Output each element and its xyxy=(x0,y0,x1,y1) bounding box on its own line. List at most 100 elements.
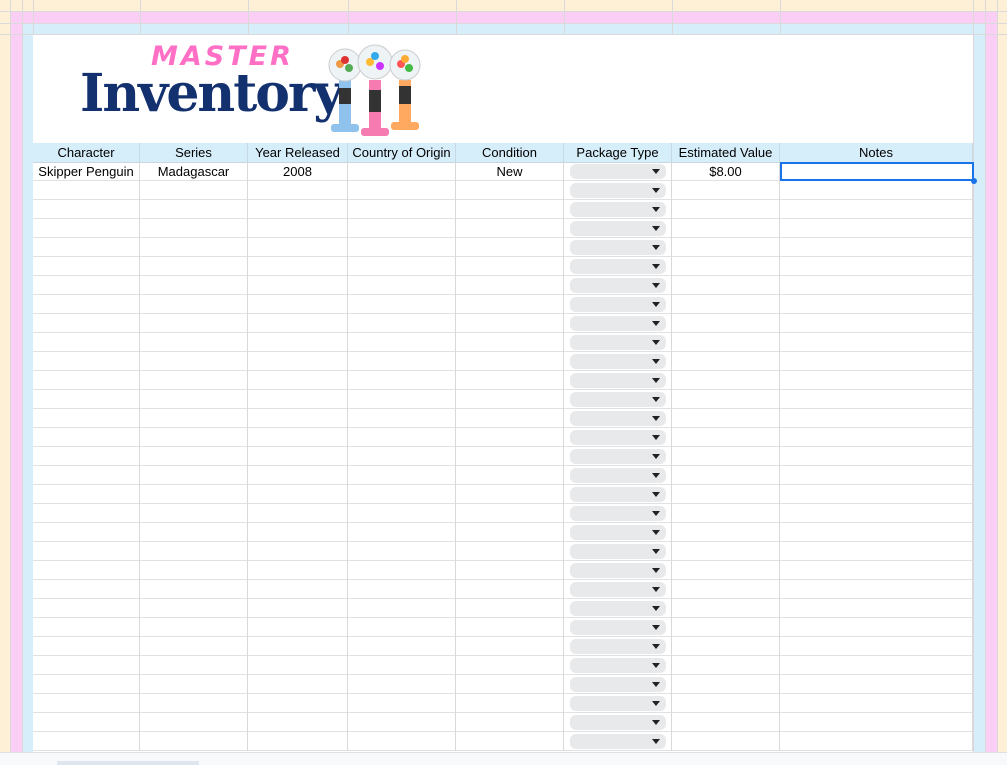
cell-condition[interactable] xyxy=(456,580,564,599)
cell-character[interactable] xyxy=(33,238,140,257)
cell-year[interactable] xyxy=(248,447,348,466)
cell-year[interactable] xyxy=(248,694,348,713)
package-type-dropdown[interactable] xyxy=(570,430,666,445)
cell-country[interactable] xyxy=(348,352,456,371)
cell-country[interactable] xyxy=(348,238,456,257)
cell-year[interactable] xyxy=(248,713,348,732)
cell-package[interactable] xyxy=(564,200,672,219)
cell-year[interactable] xyxy=(248,466,348,485)
cell-condition[interactable]: New xyxy=(456,162,564,181)
cell-series[interactable] xyxy=(140,314,248,333)
cell-series[interactable] xyxy=(140,561,248,580)
cell-condition[interactable] xyxy=(456,466,564,485)
cell-notes[interactable] xyxy=(780,561,973,580)
cell-country[interactable] xyxy=(348,314,456,333)
package-type-dropdown[interactable] xyxy=(570,354,666,369)
cell-notes[interactable] xyxy=(780,542,973,561)
package-type-dropdown[interactable] xyxy=(570,335,666,350)
cell-country[interactable] xyxy=(348,542,456,561)
cell-package[interactable] xyxy=(564,390,672,409)
cell-notes[interactable] xyxy=(780,713,973,732)
cell-character[interactable] xyxy=(33,333,140,352)
cell-series[interactable] xyxy=(140,409,248,428)
cell-country[interactable] xyxy=(348,656,456,675)
package-type-dropdown[interactable] xyxy=(570,373,666,388)
cell-year[interactable] xyxy=(248,181,348,200)
cell-year[interactable] xyxy=(248,675,348,694)
cell-country[interactable] xyxy=(348,485,456,504)
cell-condition[interactable] xyxy=(456,371,564,390)
cell-country[interactable] xyxy=(348,732,456,751)
cell-year[interactable] xyxy=(248,542,348,561)
cell-character[interactable] xyxy=(33,504,140,523)
cell-value[interactable] xyxy=(672,599,780,618)
cell-series[interactable] xyxy=(140,466,248,485)
cell-year[interactable] xyxy=(248,371,348,390)
cell-package[interactable] xyxy=(564,637,672,656)
cell-country[interactable] xyxy=(348,333,456,352)
cell-year[interactable] xyxy=(248,504,348,523)
cell-series[interactable] xyxy=(140,485,248,504)
cell-package[interactable] xyxy=(564,599,672,618)
cell-notes[interactable] xyxy=(780,504,973,523)
cell-value[interactable] xyxy=(672,276,780,295)
cell-character[interactable] xyxy=(33,390,140,409)
cell-notes[interactable] xyxy=(780,371,973,390)
cell-series[interactable] xyxy=(140,390,248,409)
cell-year[interactable] xyxy=(248,200,348,219)
cell-character[interactable] xyxy=(33,637,140,656)
cell-country[interactable] xyxy=(348,618,456,637)
cell-series[interactable] xyxy=(140,333,248,352)
cell-series[interactable] xyxy=(140,219,248,238)
package-type-dropdown[interactable] xyxy=(570,658,666,673)
package-type-dropdown[interactable] xyxy=(570,487,666,502)
cell-series[interactable] xyxy=(140,295,248,314)
cell-condition[interactable] xyxy=(456,219,564,238)
cell-series[interactable] xyxy=(140,675,248,694)
cell-condition[interactable] xyxy=(456,618,564,637)
package-type-dropdown[interactable] xyxy=(570,734,666,749)
cell-character[interactable] xyxy=(33,542,140,561)
cell-country[interactable] xyxy=(348,713,456,732)
cell-condition[interactable] xyxy=(456,504,564,523)
cell-value[interactable] xyxy=(672,466,780,485)
package-type-dropdown[interactable] xyxy=(570,411,666,426)
cell-package[interactable] xyxy=(564,276,672,295)
cell-package[interactable] xyxy=(564,694,672,713)
cell-condition[interactable] xyxy=(456,409,564,428)
cell-year[interactable] xyxy=(248,656,348,675)
cell-condition[interactable] xyxy=(456,276,564,295)
cell-character[interactable] xyxy=(33,561,140,580)
cell-package[interactable] xyxy=(564,732,672,751)
cell-condition[interactable] xyxy=(456,428,564,447)
cell-condition[interactable] xyxy=(456,637,564,656)
cell-notes[interactable] xyxy=(780,219,973,238)
cell-country[interactable] xyxy=(348,447,456,466)
cell-series[interactable]: Madagascar xyxy=(140,162,248,181)
cell-notes[interactable] xyxy=(780,447,973,466)
cell-character[interactable] xyxy=(33,200,140,219)
cell-value[interactable] xyxy=(672,637,780,656)
cell-package[interactable] xyxy=(564,238,672,257)
header-notes[interactable]: Notes xyxy=(780,143,973,162)
package-type-dropdown[interactable] xyxy=(570,240,666,255)
cell-value[interactable] xyxy=(672,485,780,504)
cell-package[interactable] xyxy=(564,333,672,352)
cell-value[interactable] xyxy=(672,580,780,599)
cell-condition[interactable] xyxy=(456,352,564,371)
cell-series[interactable] xyxy=(140,523,248,542)
cell-country[interactable] xyxy=(348,694,456,713)
cell-series[interactable] xyxy=(140,181,248,200)
cell-year[interactable] xyxy=(248,561,348,580)
cell-value[interactable] xyxy=(672,390,780,409)
cell-value[interactable] xyxy=(672,352,780,371)
cell-year[interactable] xyxy=(248,352,348,371)
cell-notes[interactable] xyxy=(780,618,973,637)
cell-value[interactable] xyxy=(672,428,780,447)
cell-package[interactable] xyxy=(564,580,672,599)
header-package-type[interactable]: Package Type xyxy=(564,143,672,162)
package-type-dropdown[interactable] xyxy=(570,525,666,540)
cell-value[interactable]: $8.00 xyxy=(672,162,780,181)
cell-series[interactable] xyxy=(140,352,248,371)
cell-country[interactable] xyxy=(348,409,456,428)
